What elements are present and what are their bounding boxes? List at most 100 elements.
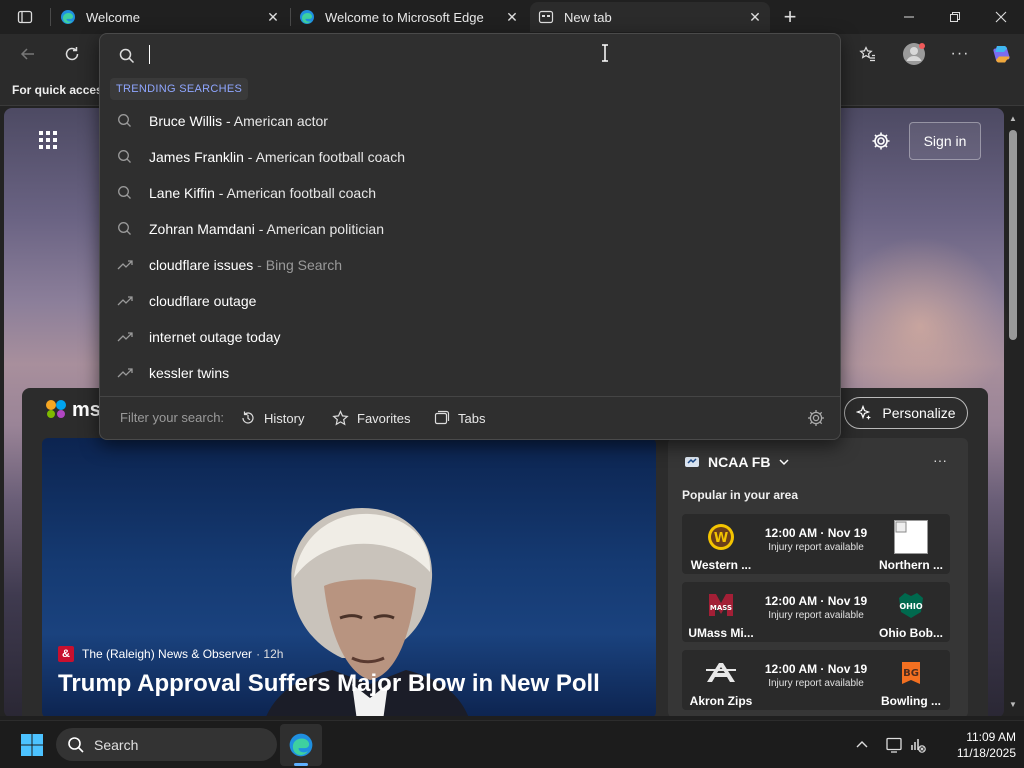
edge-icon xyxy=(300,10,314,24)
tab-welcome[interactable]: Welcome ✕ xyxy=(52,2,288,32)
back-button[interactable] xyxy=(12,38,44,70)
team-home: MASS UMass Mi... xyxy=(682,588,760,640)
browser-window: Welcome ✕ Welcome to Microsoft Edge ✕ Ne… xyxy=(0,0,1024,768)
more-icon: ··· xyxy=(950,45,970,62)
suggestion-text: cloudflare outage xyxy=(149,293,257,309)
back-arrow-icon xyxy=(20,48,34,60)
restore-button[interactable] xyxy=(932,0,978,34)
scroll-thumb[interactable] xyxy=(1009,130,1017,340)
game-card[interactable]: W Western ... 12:00 AM · Nov 19 Injury r… xyxy=(682,514,950,574)
trending-icon xyxy=(117,332,133,342)
trending-icon xyxy=(117,368,133,378)
close-icon xyxy=(995,11,1007,23)
tab-welcome-edge[interactable]: Welcome to Microsoft Edge ✕ xyxy=(291,2,527,32)
article-age: · 12h xyxy=(256,647,284,661)
scroll-up-icon[interactable]: ▲ xyxy=(1008,114,1018,124)
suggestion-item[interactable]: Lane Kiffin - American football coach xyxy=(100,175,840,211)
team-name: Bowling ... xyxy=(881,694,941,708)
suggestion-text: kessler twins xyxy=(149,365,230,381)
game-note: Injury report available xyxy=(768,678,864,689)
close-tab-icon[interactable]: ✕ xyxy=(746,8,764,26)
team-home: Akron Zips xyxy=(682,656,760,708)
windows-start-icon[interactable] xyxy=(20,733,44,757)
tray-overflow-chevron-icon[interactable] xyxy=(852,735,872,755)
address-bar-input[interactable] xyxy=(148,44,748,66)
profile-button[interactable] xyxy=(898,38,930,70)
plus-icon: + xyxy=(783,4,797,29)
suggestion-item[interactable]: cloudflare outage xyxy=(100,283,840,319)
filter-label-text: Tabs xyxy=(458,410,486,426)
personalize-label: Personalize xyxy=(882,405,956,421)
taskbar-search-box[interactable]: Search xyxy=(56,728,277,761)
filter-history-button[interactable]: History xyxy=(240,406,304,430)
ncaa-icon xyxy=(685,457,699,467)
search-icon xyxy=(118,186,131,199)
game-card[interactable]: MASS UMass Mi... 12:00 AM · Nov 19 Injur… xyxy=(682,582,950,642)
suggestion-text: internet outage today xyxy=(149,329,281,345)
game-info: 12:00 AM · Nov 19 Injury report availabl… xyxy=(760,526,872,553)
svg-text:OHIO: OHIO xyxy=(899,602,922,611)
tab-strip: Welcome ✕ Welcome to Microsoft Edge ✕ Ne… xyxy=(0,0,1024,34)
league-selector[interactable]: NCAA FB xyxy=(684,454,790,470)
team-away: BG Bowling ... xyxy=(872,656,950,708)
search-icon xyxy=(118,150,131,163)
copilot-button[interactable] xyxy=(986,38,1018,70)
taskbar-clock[interactable]: 11:09 AM 11/18/2025 xyxy=(936,729,1016,761)
scroll-down-icon[interactable]: ▼ xyxy=(1008,700,1018,710)
tabs-icon xyxy=(434,410,450,425)
suggestion-item[interactable]: cloudflare issues - Bing Search xyxy=(100,247,840,283)
close-window-button[interactable] xyxy=(978,0,1024,34)
taskbar: Search 11:09 AM 11/18/2025 xyxy=(0,720,1024,768)
sign-in-button[interactable]: Sign in xyxy=(909,122,981,160)
new-tab-button[interactable]: + xyxy=(776,4,804,30)
ohio-bobcats-logo-icon: OHIO xyxy=(894,588,928,622)
edge-icon xyxy=(61,10,75,24)
favorites-button[interactable] xyxy=(852,38,884,70)
page-scrollbar[interactable]: ▲ ▼ xyxy=(1006,114,1020,710)
search-icon xyxy=(118,222,131,235)
game-info: 12:00 AM · Nov 19 Injury report availabl… xyxy=(760,662,872,689)
suggestion-item[interactable]: James Franklin - American football coach xyxy=(100,139,840,175)
taskbar-edge-button[interactable] xyxy=(280,724,322,766)
game-time: 12:00 AM · Nov 19 xyxy=(764,662,868,676)
hero-article-card[interactable]: & The (Raleigh) News & Observer · 12h Tr… xyxy=(42,438,656,716)
favorites-star-icon xyxy=(859,46,875,62)
suggestion-item[interactable]: Zohran Mamdani - American politician xyxy=(100,211,840,247)
article-headline[interactable]: Trump Approval Suffers Major Blow in New… xyxy=(58,670,600,698)
clock-date: 11/18/2025 xyxy=(956,746,1016,760)
tray-tablet-icon[interactable] xyxy=(884,735,904,755)
game-info: 12:00 AM · Nov 19 Injury report availabl… xyxy=(760,594,872,621)
close-tab-icon[interactable]: ✕ xyxy=(264,8,282,26)
taskbar-search-placeholder: Search xyxy=(94,736,139,753)
game-note: Injury report available xyxy=(768,542,864,553)
filter-tabs-button[interactable]: Tabs xyxy=(434,406,485,430)
team-name: Ohio Bob... xyxy=(879,626,943,640)
source-name: The (Raleigh) News & Observer xyxy=(82,647,253,661)
tab-actions-button[interactable] xyxy=(8,4,42,30)
suggestion-item[interactable]: Bruce Willis - American actor xyxy=(100,103,840,139)
close-tab-icon[interactable]: ✕ xyxy=(503,8,521,26)
app-launcher-button[interactable] xyxy=(36,128,60,152)
favorites-bar-hint: For quick access xyxy=(12,83,110,97)
svg-text:W: W xyxy=(714,531,728,546)
suggestion-item[interactable]: internet outage today xyxy=(100,319,840,355)
filter-favorites-button[interactable]: Favorites xyxy=(332,406,410,430)
network-disconnected-icon[interactable] xyxy=(908,735,928,755)
team-home: W Western ... xyxy=(682,520,760,572)
article-source[interactable]: & The (Raleigh) News & Observer · 12h xyxy=(58,646,283,662)
page-settings-button[interactable] xyxy=(868,128,894,154)
more-options-icon[interactable]: ··· xyxy=(930,452,950,470)
search-icon xyxy=(118,114,131,127)
bowling-green-logo-icon: BG xyxy=(894,656,928,690)
filter-label-text: Favorites xyxy=(357,410,411,426)
tab-new-tab[interactable]: New tab ✕ xyxy=(530,2,770,32)
suggestion-text: James Franklin - American football coach xyxy=(149,149,406,165)
suggestion-item[interactable]: kessler twins xyxy=(100,355,840,391)
minimize-button[interactable] xyxy=(886,0,932,34)
refresh-button[interactable] xyxy=(56,38,88,70)
game-card[interactable]: Akron Zips 12:00 AM · Nov 19 Injury repo… xyxy=(682,650,950,710)
broken-image-icon xyxy=(894,520,928,554)
gear-icon[interactable] xyxy=(806,408,826,428)
personalize-button[interactable]: Personalize xyxy=(844,397,968,429)
settings-more-button[interactable]: ··· xyxy=(944,38,976,70)
